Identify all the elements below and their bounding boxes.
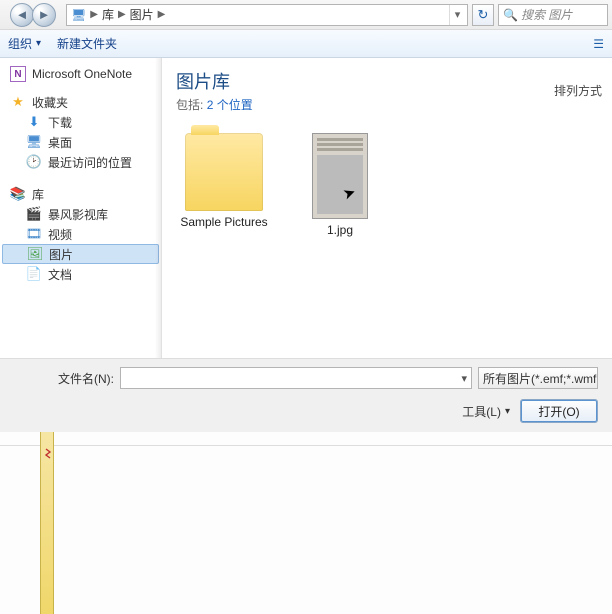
- toolbar: 组织 ▾ 新建文件夹 ☰: [0, 30, 612, 58]
- breadcrumb-root[interactable]: 🖥: [69, 8, 88, 22]
- nav-history-buttons: ◄ ►: [4, 2, 62, 28]
- sidebar-item-storm[interactable]: 🎬 暴风影视库: [2, 204, 159, 224]
- libraries-icon: 📚: [10, 186, 26, 202]
- documents-icon: 📄: [26, 266, 42, 282]
- chevron-right-icon[interactable]: ▶: [118, 9, 126, 20]
- organize-label: 组织: [8, 35, 32, 52]
- library-title: 图片库: [176, 68, 598, 94]
- address-dropdown[interactable]: ▾: [449, 5, 465, 25]
- sidebar-item-recent[interactable]: 🕑 最近访问的位置: [2, 152, 159, 172]
- sidebar-item-label: 库: [32, 186, 44, 203]
- chevron-right-icon[interactable]: ▶: [158, 9, 166, 20]
- forward-button[interactable]: ►: [32, 3, 56, 27]
- tools-label: 工具(L): [462, 403, 501, 420]
- image-item[interactable]: ➤ 1.jpg: [292, 133, 388, 237]
- sidebar-item-onenote[interactable]: N Microsoft OneNote: [2, 64, 159, 84]
- storm-icon: 🎬: [26, 206, 42, 222]
- search-input[interactable]: 🔍 搜索 图片: [498, 4, 608, 26]
- folder-icon: [185, 133, 263, 211]
- organize-menu[interactable]: 组织 ▾: [8, 35, 41, 52]
- filetype-filter[interactable]: 所有图片(*.emf;*.wmf: [478, 367, 598, 389]
- sidebar-item-label: 桌面: [48, 134, 72, 151]
- open-button[interactable]: 打开(O): [520, 399, 598, 423]
- background-document: [0, 432, 612, 614]
- breadcrumb-pictures[interactable]: 图片: [128, 6, 156, 23]
- filename-label: 文件名(N):: [14, 370, 114, 387]
- margin-marker-icon: [45, 448, 55, 460]
- sidebar-item-favorites[interactable]: ★ 收藏夹: [2, 92, 159, 112]
- filter-label: 所有图片(*.emf;*.wmf: [483, 370, 596, 387]
- recent-icon: 🕑: [26, 154, 42, 170]
- sidebar-item-label: Microsoft OneNote: [32, 67, 132, 81]
- onenote-icon: N: [10, 66, 26, 82]
- back-button[interactable]: ◄: [10, 3, 34, 27]
- filename-input[interactable]: ▾: [120, 367, 472, 389]
- pictures-icon: 🖼: [27, 246, 43, 262]
- desktop-icon: 🖥: [26, 134, 42, 150]
- chevron-down-icon: ▾: [505, 406, 510, 417]
- arrange-by-label[interactable]: 排列方式: [554, 82, 602, 99]
- address-bar[interactable]: 🖥 ▶ 库 ▶ 图片 ▶ ▾: [66, 4, 468, 26]
- new-folder-button[interactable]: 新建文件夹: [57, 35, 117, 52]
- view-options-button[interactable]: ☰: [593, 37, 604, 51]
- monitor-icon: 🖥: [71, 8, 86, 22]
- video-icon: 🎞: [26, 226, 42, 242]
- download-icon: ⬇: [26, 114, 42, 130]
- sidebar-item-label: 文档: [48, 266, 72, 283]
- library-locations-link[interactable]: 2 个位置: [207, 98, 253, 112]
- item-grid: Sample Pictures ➤ 1.jpg: [176, 133, 598, 237]
- search-icon: 🔍: [503, 8, 518, 22]
- image-thumbnail: ➤: [312, 133, 368, 219]
- nav-tree: N Microsoft OneNote ★ 收藏夹 ⬇ 下载 🖥 桌面 🕑 最近…: [0, 58, 162, 358]
- chevron-down-icon[interactable]: ▾: [461, 372, 467, 385]
- open-label: 打开(O): [538, 403, 579, 420]
- chevron-down-icon: ▾: [36, 38, 41, 49]
- file-open-dialog: ◄ ► 🖥 ▶ 库 ▶ 图片 ▶ ▾ ↻ 🔍 搜索 图片 组织 ▾ 新建文件夹 …: [0, 0, 612, 432]
- subtitle-prefix: 包括:: [176, 98, 203, 112]
- sidebar-item-label: 最近访问的位置: [48, 154, 132, 171]
- button-row: 工具(L) ▾ 打开(O): [14, 399, 598, 423]
- body-split: N Microsoft OneNote ★ 收藏夹 ⬇ 下载 🖥 桌面 🕑 最近…: [0, 58, 612, 358]
- folder-item[interactable]: Sample Pictures: [176, 133, 272, 237]
- sidebar-item-libraries[interactable]: 📚 库: [2, 184, 159, 204]
- star-icon: ★: [10, 94, 26, 110]
- sidebar-item-downloads[interactable]: ⬇ 下载: [2, 112, 159, 132]
- search-placeholder: 搜索 图片: [521, 6, 572, 23]
- sidebar-item-label: 收藏夹: [32, 94, 68, 111]
- breadcrumb-libraries[interactable]: 库: [100, 6, 116, 23]
- library-subtitle: 包括: 2 个位置: [176, 96, 598, 113]
- bottom-panel: 文件名(N): ▾ 所有图片(*.emf;*.wmf 工具(L) ▾ 打开(O): [0, 358, 612, 433]
- item-label: Sample Pictures: [180, 215, 267, 229]
- sidebar-item-label: 图片: [49, 246, 73, 263]
- filename-row: 文件名(N): ▾ 所有图片(*.emf;*.wmf: [14, 367, 598, 389]
- item-label: 1.jpg: [327, 223, 353, 237]
- document-rule: [0, 445, 612, 446]
- sidebar-item-label: 暴风影视库: [48, 206, 108, 223]
- sidebar-scrollbar[interactable]: [155, 58, 161, 358]
- nav-bar: ◄ ► 🖥 ▶ 库 ▶ 图片 ▶ ▾ ↻ 🔍 搜索 图片: [0, 0, 612, 30]
- sidebar-item-label: 下载: [48, 114, 72, 131]
- content-pane: 图片库 包括: 2 个位置 排列方式 Sample Pictures ➤ 1: [162, 58, 612, 358]
- tools-menu[interactable]: 工具(L) ▾: [462, 403, 510, 420]
- chevron-right-icon[interactable]: ▶: [90, 9, 98, 20]
- sidebar-item-pictures[interactable]: 🖼 图片: [2, 244, 159, 264]
- sidebar-item-desktop[interactable]: 🖥 桌面: [2, 132, 159, 152]
- sidebar-item-label: 视频: [48, 226, 72, 243]
- sidebar-item-videos[interactable]: 🎞 视频: [2, 224, 159, 244]
- refresh-button[interactable]: ↻: [472, 4, 494, 26]
- sidebar-item-documents[interactable]: 📄 文档: [2, 264, 159, 284]
